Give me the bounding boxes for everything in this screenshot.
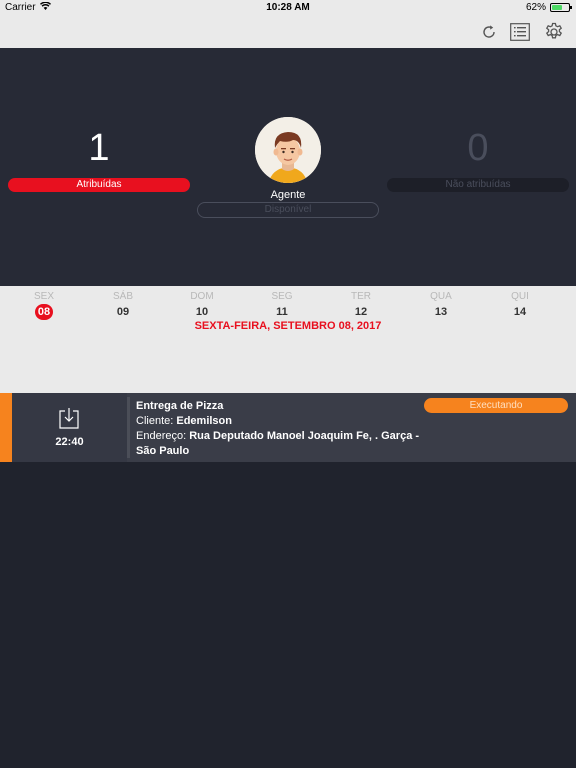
task-status-badge: Executando [424, 398, 568, 413]
day-item[interactable]: QUI 14 [495, 291, 545, 320]
agent-avatar[interactable] [255, 117, 321, 183]
task-address: Endereço: Rua Deputado Manoel Joaquim Fe… [136, 429, 421, 459]
task-status-accent [0, 393, 12, 462]
day-item[interactable]: DOM 10 [177, 291, 227, 320]
task-details: Entrega de Pizza Cliente: Edemilson Ende… [136, 399, 421, 459]
day-number: 14 [513, 306, 527, 318]
status-bar: Carrier 10:28 AM 62% [0, 0, 576, 16]
day-item[interactable]: SEX 08 [19, 291, 69, 320]
day-name: SÁB [112, 291, 133, 302]
unassigned-label[interactable]: Não atribuídas [387, 178, 569, 192]
assigned-label[interactable]: Atribuídas [8, 178, 190, 192]
day-name: TER [351, 291, 371, 302]
day-number: 08 [35, 304, 53, 320]
day-name: QUA [430, 291, 452, 302]
agent-status-badge[interactable]: Disponível [197, 202, 379, 218]
refresh-icon[interactable] [478, 21, 500, 43]
task-time-panel: 22:40 [12, 393, 127, 462]
day-number: 12 [354, 306, 368, 318]
day-name: QUI [511, 291, 529, 302]
day-item[interactable]: SÁB 09 [98, 291, 148, 320]
day-item[interactable]: QUA 13 [416, 291, 466, 320]
battery-icon [550, 3, 572, 12]
task-card[interactable]: 22:40 Entrega de Pizza Cliente: Edemilso… [0, 393, 576, 462]
day-number: 09 [116, 306, 130, 318]
list-icon[interactable] [509, 21, 531, 43]
task-title: Entrega de Pizza [136, 400, 224, 412]
day-number: 11 [276, 306, 288, 318]
unassigned-count: 0 [467, 127, 489, 169]
day-name: SEG [271, 291, 293, 302]
client-label: Cliente: [136, 415, 174, 427]
address-label: Endereço: [136, 430, 187, 442]
divider [127, 397, 130, 458]
battery-percent: 62% [525, 2, 546, 13]
day-name: SEX [33, 291, 54, 302]
top-toolbar [0, 16, 576, 48]
client-name: Edemilson [176, 415, 232, 427]
assigned-count: 1 [88, 127, 110, 169]
day-item[interactable]: SEG 11 [257, 291, 307, 320]
agent-label: Agente [270, 189, 306, 201]
clock: 10:28 AM [266, 2, 310, 13]
settings-icon[interactable] [543, 21, 565, 43]
day-name: DOM [190, 291, 214, 302]
day-number: 10 [195, 306, 209, 318]
week-calendar: SEX 08 SÁB 09 DOM 10 SEG 11 TER 12 QUA 1… [0, 286, 576, 393]
summary-panel: 1 Atribuídas Agente Disponível 0 Não atr… [0, 48, 576, 286]
download-box-icon [59, 407, 79, 434]
task-client: Cliente: Edemilson [136, 414, 421, 429]
day-item[interactable]: TER 12 [336, 291, 386, 320]
task-time: 22:40 [55, 436, 84, 448]
selected-date-label: SEXTA-FEIRA, SETEMBRO 08, 2017 [194, 320, 382, 332]
day-number: 13 [434, 306, 448, 318]
